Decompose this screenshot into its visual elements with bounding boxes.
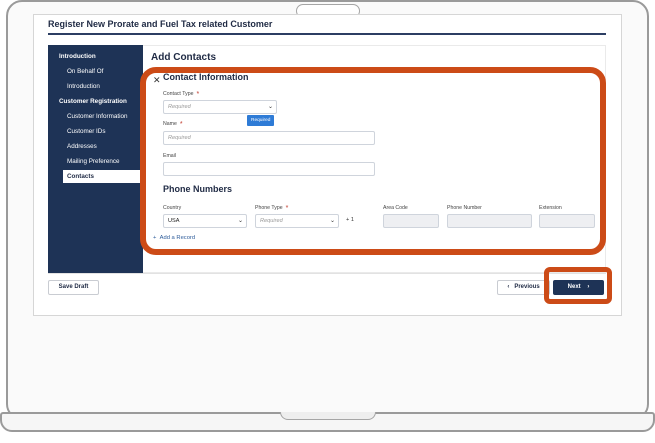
sidebar-item-addresses[interactable]: Addresses [48,140,143,153]
sidebar-section-customer-registration[interactable]: Customer Registration [48,95,143,108]
next-button-highlight [544,267,612,304]
page-title: Add Contacts [151,52,216,63]
previous-label: Previous [514,284,540,290]
contact-form-highlight [140,67,606,255]
app-title: Register New Prorate and Fuel Tax relate… [48,19,273,29]
laptop-base-notch [280,412,376,420]
screen: Register New Prorate and Fuel Tax relate… [33,14,622,316]
sidebar-item-customer-information[interactable]: Customer Information [48,110,143,123]
sidebar-item-introduction[interactable]: Introduction [48,80,143,93]
footer-divider [48,273,606,274]
sidebar-nav: Introduction On Behalf Of Introduction C… [48,45,143,273]
save-draft-button[interactable]: Save Draft [48,280,99,295]
sidebar-item-on-behalf-of[interactable]: On Behalf Of [48,65,143,78]
sidebar-item-contacts[interactable]: Contacts [63,170,143,183]
sidebar-item-mailing-preference[interactable]: Mailing Preference [48,155,143,168]
chevron-left-icon: ‹ [507,284,510,290]
sidebar-item-customer-ids[interactable]: Customer IDs [48,125,143,138]
sidebar-section-introduction[interactable]: Introduction [48,50,143,63]
title-divider [48,33,606,35]
previous-button[interactable]: ‹ Previous [497,280,550,295]
